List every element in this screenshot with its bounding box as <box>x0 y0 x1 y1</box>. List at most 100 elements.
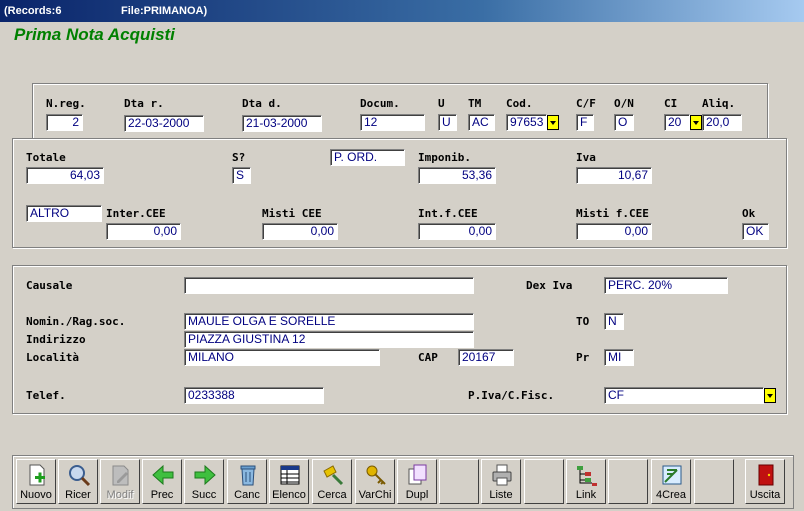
nomin-field[interactable]: MAULE OLGA E SORELLE <box>184 313 474 330</box>
intercee-label: Inter.CEE <box>106 207 166 220</box>
elenco-button[interactable]: Elenco <box>269 459 309 504</box>
arrow-left-icon <box>152 464 174 486</box>
nuovo-button[interactable]: Nuovo <box>16 459 56 504</box>
s-field[interactable]: S <box>232 167 251 184</box>
key-icon <box>366 465 386 485</box>
uscita-label: Uscita <box>749 489 781 501</box>
file-name: File:PRIMANOA) <box>121 5 208 17</box>
printer-icon <box>492 464 512 486</box>
dtar-field[interactable]: 22-03-2000 <box>124 115 204 132</box>
cf-field[interactable]: F <box>576 114 594 131</box>
iva-label: Iva <box>576 151 596 164</box>
empty-toolbar-slot <box>608 459 648 504</box>
ci-dropdown-button[interactable] <box>690 115 702 130</box>
to-label: TO <box>576 315 590 328</box>
ricer-button[interactable]: Ricer <box>58 459 98 504</box>
title-bar: (Records:6 File:PRIMANOA) <box>0 0 804 22</box>
causale-label: Causale <box>26 279 73 292</box>
docum-label: Docum. <box>360 97 400 110</box>
modif-button[interactable]: Modif <box>100 459 140 504</box>
empty-toolbar-slot <box>439 459 479 504</box>
ok-label: Ok <box>742 207 756 220</box>
aliq-label: Aliq. <box>702 97 736 110</box>
piva-label: P.Iva/C.Fisc. <box>468 389 555 402</box>
canc-button[interactable]: Canc <box>227 459 267 504</box>
dexiva-field[interactable]: PERC. 20% <box>604 277 728 294</box>
link-button[interactable]: Link <box>566 459 606 504</box>
s-label: S? <box>232 151 246 164</box>
varchi-label: VarChi <box>358 489 392 501</box>
cod-dropdown-button[interactable] <box>547 115 559 130</box>
crea-label: 4Crea <box>656 489 686 501</box>
dexiva-label: Dex Iva <box>526 279 573 292</box>
nreg-field[interactable]: 2 <box>46 114 83 131</box>
cod-label: Cod. <box>506 97 533 110</box>
intfcee-field[interactable]: 0,00 <box>418 223 496 240</box>
new-document-icon <box>29 464 45 486</box>
liste-label: Liste <box>489 489 513 501</box>
varchi-button[interactable]: VarChi <box>355 459 395 504</box>
cod-field[interactable]: 97653 <box>506 114 547 131</box>
tm-field[interactable]: AC <box>468 114 495 131</box>
misticee-field[interactable]: 0,00 <box>262 223 338 240</box>
empty-toolbar-slot <box>524 459 564 504</box>
succ-button[interactable]: Succ <box>184 459 224 504</box>
localita-field[interactable]: MILANO <box>184 349 380 366</box>
nreg-label: N.reg. <box>46 97 86 110</box>
cf-label: C/F <box>576 97 596 110</box>
piva-field[interactable]: CF <box>604 387 764 404</box>
payment-type-field[interactable]: P. ORD. <box>330 149 405 166</box>
empty-toolbar-slot <box>694 459 734 504</box>
cerca-label: Cerca <box>317 489 347 501</box>
telef-field[interactable]: 0233388 <box>184 387 324 404</box>
mistifcee-field[interactable]: 0,00 <box>576 223 652 240</box>
piva-dropdown-button[interactable] <box>764 388 776 403</box>
flashlight-icon <box>323 465 344 486</box>
ricer-label: Ricer <box>65 489 91 501</box>
misticee-label: Misti CEE <box>262 207 322 220</box>
form-title: Prima Nota Acquisti <box>14 25 175 44</box>
exit-door-icon <box>758 464 774 486</box>
iva-field[interactable]: 10,67 <box>576 167 652 184</box>
ci-label: CI <box>664 97 678 110</box>
to-field[interactable]: N <box>604 313 624 330</box>
localita-label: Località <box>26 351 79 364</box>
dtad-label: Dta d. <box>242 97 282 110</box>
dtad-field[interactable]: 21-03-2000 <box>242 115 322 132</box>
prec-button[interactable]: Prec <box>142 459 182 504</box>
nomin-label: Nomin./Rag.soc. <box>26 315 126 328</box>
dupl-button[interactable]: Dupl <box>397 459 437 504</box>
liste-button[interactable]: Liste <box>481 459 521 504</box>
ci-field[interactable]: 20 <box>664 114 690 131</box>
dupl-label: Dupl <box>405 489 429 501</box>
causale-field[interactable] <box>184 277 474 294</box>
duplicate-icon <box>408 464 427 485</box>
pr-field[interactable]: MI <box>604 349 634 366</box>
elenco-label: Elenco <box>272 489 306 501</box>
uscita-button[interactable]: Uscita <box>745 459 785 504</box>
build-tools-icon <box>662 465 682 485</box>
totale-field[interactable]: 64,03 <box>26 167 104 184</box>
indirizzo-field[interactable]: PIAZZA GIUSTINA 12 <box>184 331 474 348</box>
aliq-field[interactable]: 20,0 <box>702 114 742 131</box>
ok-field[interactable]: OK <box>742 223 769 240</box>
imponib-label: Imponib. <box>418 151 471 164</box>
on-field[interactable]: O <box>614 114 634 131</box>
crea-button[interactable]: 4Crea <box>651 459 691 504</box>
cap-field[interactable]: 20167 <box>458 349 514 366</box>
docum-field[interactable]: 12 <box>360 114 425 131</box>
arrow-right-icon <box>194 464 216 486</box>
imponib-field[interactable]: 53,36 <box>418 167 496 184</box>
intercee-field[interactable]: 0,00 <box>106 223 181 240</box>
altro-field[interactable]: ALTRO <box>26 205 102 222</box>
tree-link-icon <box>577 466 597 486</box>
intfcee-label: Int.f.CEE <box>418 207 478 220</box>
cap-label: CAP <box>418 351 438 364</box>
canc-label: Canc <box>234 489 260 501</box>
u-field[interactable]: U <box>438 114 457 131</box>
link-label: Link <box>575 489 597 501</box>
tm-label: TM <box>468 97 482 110</box>
dtar-label: Dta r. <box>124 97 164 110</box>
mistifcee-label: Misti f.CEE <box>576 207 649 220</box>
cerca-button[interactable]: Cerca <box>312 459 352 504</box>
